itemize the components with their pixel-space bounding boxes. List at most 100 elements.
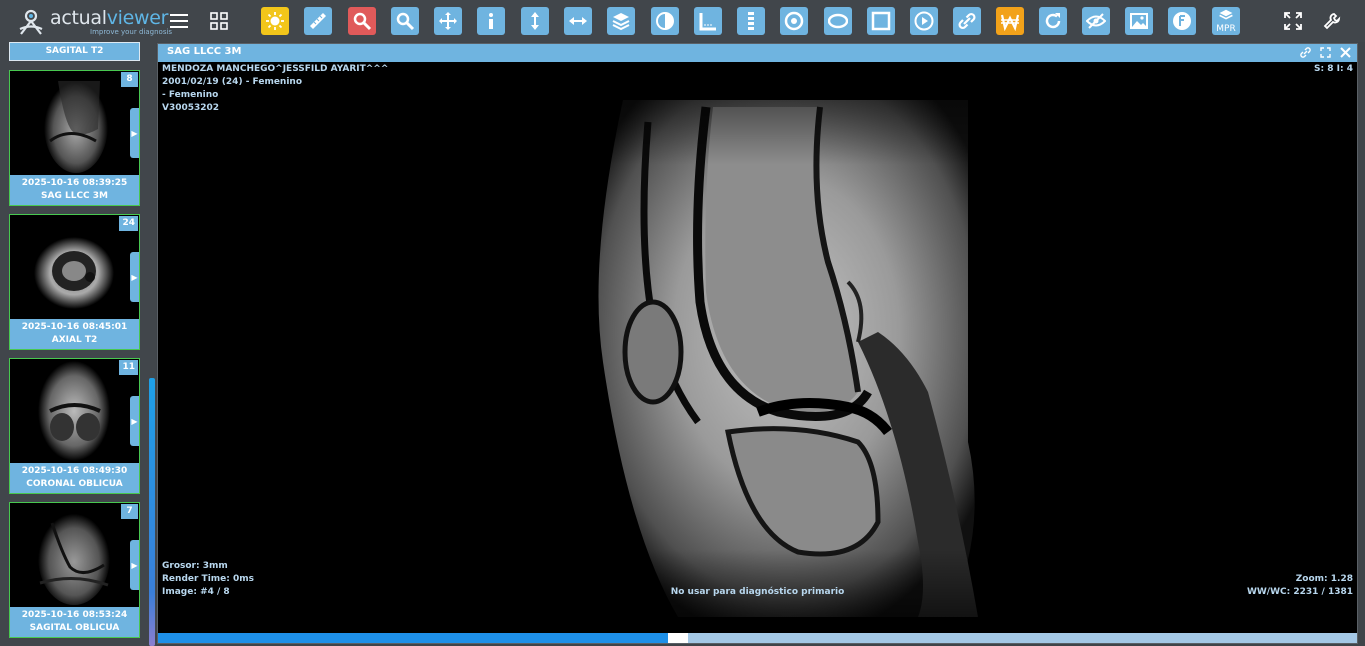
layout-grid-button[interactable] bbox=[206, 8, 232, 34]
series-datetime: 2025-10-16 08:49:30 bbox=[21, 466, 128, 476]
info-icon bbox=[489, 13, 493, 29]
wrench-icon bbox=[1323, 13, 1341, 30]
zoom-tool[interactable] bbox=[391, 7, 419, 35]
vertical-measure-tool[interactable] bbox=[521, 7, 549, 35]
square-icon bbox=[871, 11, 891, 31]
filter-f-icon bbox=[1173, 12, 1191, 30]
image-scroll-progress bbox=[158, 633, 668, 643]
expand-series-button[interactable]: ▶ bbox=[130, 108, 139, 158]
expand-icon bbox=[1284, 12, 1302, 30]
close-icon[interactable] bbox=[1339, 46, 1351, 58]
ellipse-roi-tool[interactable] bbox=[824, 7, 852, 35]
link-tool[interactable] bbox=[953, 7, 981, 35]
series-caption: 2025-10-16 08:53:24 SAGITAL OBLICUA bbox=[10, 607, 139, 637]
rotate-icon bbox=[1045, 13, 1061, 29]
move-arrows-icon bbox=[439, 12, 457, 30]
horizontal-arrow-icon bbox=[569, 17, 587, 25]
image-icon bbox=[1130, 13, 1148, 29]
hamburger-icon bbox=[170, 14, 188, 28]
viewport-title: SAG LLCC 3M bbox=[167, 46, 242, 57]
series-datetime: 2025-10-16 08:45:01 bbox=[21, 322, 128, 332]
horizontal-measure-tool[interactable] bbox=[564, 7, 592, 35]
cine-tool[interactable] bbox=[910, 7, 938, 35]
spine-tool[interactable] bbox=[737, 7, 765, 35]
image-scrollbar[interactable] bbox=[158, 633, 1357, 643]
series-thumbnail[interactable]: 24 ▶ 2025-10-16 08:45:01 AXIAL T2 bbox=[9, 214, 140, 350]
logo-icon bbox=[19, 9, 43, 35]
image-count-badge: 11 bbox=[119, 360, 138, 375]
layers-icon bbox=[612, 13, 630, 31]
pan-tool[interactable] bbox=[434, 7, 462, 35]
brightness-tool[interactable] bbox=[261, 7, 289, 35]
render-time: Render Time: 0ms bbox=[162, 574, 254, 584]
vertical-arrow-icon bbox=[531, 12, 539, 30]
magnifier-tool[interactable] bbox=[348, 7, 376, 35]
series-thumbnail[interactable]: 11 ▶ 2025-10-16 08:49:30 CORONAL OBLICUA bbox=[9, 358, 140, 494]
spine-icon bbox=[748, 12, 754, 30]
info-tool[interactable] bbox=[477, 7, 505, 35]
arrow-right-icon: ▶ bbox=[131, 272, 138, 282]
patient-sex: - Femenino bbox=[162, 90, 219, 100]
sidebar-scrollbar[interactable] bbox=[148, 42, 156, 646]
scrollbar-thumb[interactable] bbox=[149, 378, 155, 646]
link-icon bbox=[958, 12, 976, 30]
angle-ruler-icon bbox=[699, 13, 716, 31]
ellipse-icon bbox=[828, 13, 848, 29]
ruler-tool[interactable] bbox=[304, 7, 332, 35]
reset-tool[interactable] bbox=[1039, 7, 1067, 35]
sun-icon bbox=[266, 12, 284, 30]
series-image bbox=[10, 503, 139, 607]
series-sidebar: SAGITAL T2 8 ▶ 2025-10-16 08:39:25 SAG L… bbox=[0, 42, 148, 646]
ruler-icon bbox=[310, 13, 326, 29]
patient-dob: 2001/02/19 (24) - Femenino bbox=[162, 77, 303, 87]
rectangle-roi-tool[interactable] bbox=[867, 7, 895, 35]
series-thumbnail[interactable]: 8 ▶ 2025-10-16 08:39:25 SAG LLCC 3M bbox=[9, 70, 140, 206]
mpr-tool[interactable]: MPR bbox=[1212, 7, 1240, 35]
image-export-tool[interactable] bbox=[1125, 7, 1153, 35]
display-settings-overlay: Zoom: 1.28 WW/WC: 2231 / 1381 bbox=[1247, 573, 1353, 599]
menu-button[interactable] bbox=[166, 8, 192, 34]
expand-series-button[interactable]: ▶ bbox=[130, 252, 139, 302]
layers-tool[interactable] bbox=[607, 7, 635, 35]
image-scroll-handle[interactable] bbox=[667, 633, 688, 643]
circle-target-icon bbox=[784, 11, 804, 31]
series-thumbnail[interactable]: 7 ▶ 2025-10-16 08:53:24 SAGITAL OBLICUA bbox=[9, 502, 140, 638]
disclaimer-text: No usar para diagnóstico primario bbox=[670, 587, 845, 597]
series-label-sagital-t2[interactable]: SAGITAL T2 bbox=[9, 42, 140, 61]
contrast-icon bbox=[656, 12, 674, 30]
invert-tool[interactable] bbox=[651, 7, 679, 35]
series-name: CORONAL OBLICUA bbox=[26, 479, 123, 489]
zoom-level: Zoom: 1.28 bbox=[1295, 574, 1353, 584]
mpr-label: MPR bbox=[1216, 24, 1236, 34]
filter-tool[interactable] bbox=[1168, 7, 1196, 35]
logo-text: actualviewer bbox=[50, 7, 169, 29]
settings-button[interactable] bbox=[1319, 8, 1345, 34]
patient-name: MENDOZA MANCHEGO^JESSFILD AYARIT^^^ bbox=[162, 64, 389, 74]
image-count-badge: 7 bbox=[121, 504, 138, 519]
hide-overlay-tool[interactable] bbox=[1082, 7, 1110, 35]
window-level: WW/WC: 2231 / 1381 bbox=[1246, 587, 1353, 597]
link-icon[interactable] bbox=[1299, 46, 1311, 58]
viewport-header: SAG LLCC 3M bbox=[158, 44, 1357, 62]
image-count-badge: 8 bbox=[121, 72, 138, 87]
app-logo[interactable]: actualviewer Improve your diagnosis bbox=[10, 5, 172, 37]
logo-tagline: Improve your diagnosis bbox=[90, 28, 173, 36]
series-caption: 2025-10-16 08:39:25 SAG LLCC 3M bbox=[10, 175, 139, 205]
grid-icon bbox=[210, 12, 228, 30]
mri-image[interactable] bbox=[158, 62, 1357, 632]
angle-tool[interactable] bbox=[694, 7, 722, 35]
maximize-icon[interactable] bbox=[1319, 46, 1331, 58]
expand-series-button[interactable]: ▶ bbox=[130, 540, 139, 590]
window-level-tool[interactable] bbox=[996, 7, 1024, 35]
arrow-right-icon: ▶ bbox=[131, 560, 138, 570]
series-image bbox=[10, 71, 139, 175]
image-viewport[interactable]: SAG LLCC 3M MENDOZA MANCHEGO^JESSFILD AY… bbox=[157, 43, 1358, 644]
fullscreen-button[interactable] bbox=[1280, 8, 1306, 34]
series-caption: 2025-10-16 08:45:01 AXIAL T2 bbox=[10, 319, 139, 349]
series-name: AXIAL T2 bbox=[51, 335, 98, 345]
expand-series-button[interactable]: ▶ bbox=[130, 396, 139, 446]
series-caption: 2025-10-16 08:49:30 CORONAL OBLICUA bbox=[10, 463, 139, 493]
arrow-right-icon: ▶ bbox=[131, 128, 138, 138]
zoom-icon bbox=[396, 12, 415, 31]
circle-roi-tool[interactable] bbox=[780, 7, 808, 35]
